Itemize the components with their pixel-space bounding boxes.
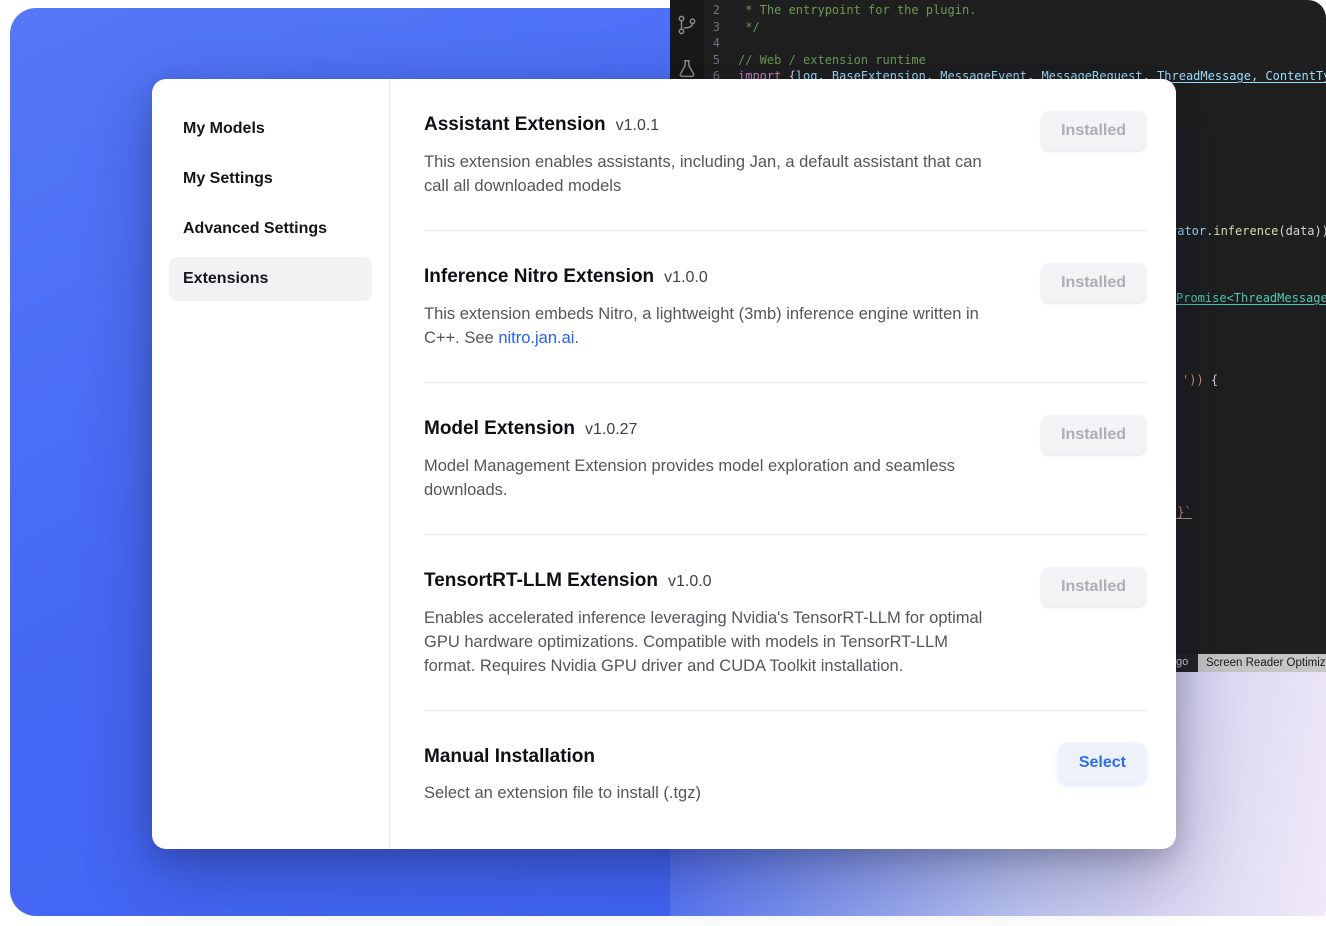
extension-action: Installed xyxy=(1041,111,1146,151)
extension-version: v1.0.27 xyxy=(585,421,637,438)
extension-row-model: Model Extension v1.0.27 Model Management … xyxy=(424,383,1146,535)
extension-description: This extension embeds Nitro, a lightweig… xyxy=(424,302,1002,350)
screen-reader-notice: Screen Reader Optimize xyxy=(1198,654,1326,672)
settings-modal: My Models My Settings Advanced Settings … xyxy=(152,79,1176,849)
select-file-button[interactable]: Select xyxy=(1059,743,1146,783)
extension-info: Assistant Extension v1.0.1 This extension… xyxy=(424,111,1002,198)
extension-row-tensorrt: TensortRT-LLM Extension v1.0.0 Enables ac… xyxy=(424,535,1146,711)
line-number: 2 xyxy=(704,2,738,19)
extension-action: Installed xyxy=(1041,263,1146,303)
code-fragment: Promise<ThreadMessage> xyxy=(1176,291,1326,305)
extension-description: This extension enables assistants, inclu… xyxy=(424,150,1002,198)
installed-button[interactable]: Installed xyxy=(1041,415,1146,455)
manual-installation-title: Manual Installation xyxy=(424,743,701,771)
extension-name: Inference Nitro Extension xyxy=(424,266,654,287)
extension-info: Inference Nitro Extension v1.0.0 This ext… xyxy=(424,263,1002,350)
extension-info: TensortRT-LLM Extension v1.0.0 Enables ac… xyxy=(424,567,1002,678)
code-text: { xyxy=(1204,373,1218,387)
extension-description: Enables accelerated inference leveraging… xyxy=(424,606,1002,678)
editor-code-area: 2 * The entrypoint for the plugin. 3 */ … xyxy=(704,2,1326,85)
extension-action: Installed xyxy=(1041,567,1146,607)
installed-button[interactable]: Installed xyxy=(1041,263,1146,303)
extension-title: TensortRT-LLM Extension v1.0.0 xyxy=(424,567,1002,596)
extensions-panel: Assistant Extension v1.0.1 This extension… xyxy=(390,79,1176,849)
sidebar-item-my-models[interactable]: My Models xyxy=(169,107,372,151)
code-fragment: rator.inference(data)); xyxy=(1170,224,1326,238)
extension-version: v1.0.0 xyxy=(668,573,712,590)
code-line: 4 xyxy=(704,35,1326,52)
line-number: 4 xyxy=(704,35,738,52)
manual-installation-row: Manual Installation Select an extension … xyxy=(424,711,1146,837)
status-bar-text: go xyxy=(1176,656,1188,668)
extension-info: Model Extension v1.0.27 Model Management … xyxy=(424,415,1002,502)
extension-title: Inference Nitro Extension v1.0.0 xyxy=(424,263,1002,292)
extension-title: Assistant Extension v1.0.1 xyxy=(424,111,1002,140)
extension-action: Select xyxy=(1059,743,1146,783)
code-line: 3 */ xyxy=(704,19,1326,36)
code-text: // Web / extension runtime xyxy=(738,52,926,69)
code-fragment: ')) { xyxy=(1182,373,1218,387)
extension-name: TensortRT-LLM Extension xyxy=(424,570,658,591)
code-line: 2 * The entrypoint for the plugin. xyxy=(704,2,1326,19)
extension-row-assistant: Assistant Extension v1.0.1 This extension… xyxy=(424,111,1146,231)
code-text: * The entrypoint for the plugin. xyxy=(738,2,976,19)
line-number: 3 xyxy=(704,19,738,36)
code-line: 5 // Web / extension runtime xyxy=(704,52,1326,69)
source-control-icon xyxy=(676,14,698,40)
app-window: 2 * The entrypoint for the plugin. 3 */ … xyxy=(0,0,1326,926)
nitro-jan-ai-link[interactable]: nitro.jan.ai. xyxy=(498,329,579,347)
extension-description: Model Management Extension provides mode… xyxy=(424,454,1002,502)
code-text: */ xyxy=(738,19,760,36)
code-string: ')) xyxy=(1182,373,1204,387)
sidebar-item-advanced-settings[interactable]: Advanced Settings xyxy=(169,207,372,251)
extension-title: Model Extension v1.0.27 xyxy=(424,415,1002,444)
extension-info: Manual Installation Select an extension … xyxy=(424,743,701,805)
extension-name: Assistant Extension xyxy=(424,114,606,135)
extension-version: v1.0.1 xyxy=(616,117,660,134)
extension-name: Model Extension xyxy=(424,418,575,439)
installed-button[interactable]: Installed xyxy=(1041,111,1146,151)
extension-row-nitro: Inference Nitro Extension v1.0.0 This ext… xyxy=(424,231,1146,383)
sidebar-item-my-settings[interactable]: My Settings xyxy=(169,157,372,201)
extension-action: Installed xyxy=(1041,415,1146,455)
code-text: rator. xyxy=(1170,224,1213,238)
installed-button[interactable]: Installed xyxy=(1041,567,1146,607)
manual-installation-description: Select an extension file to install (.tg… xyxy=(424,781,701,805)
settings-sidebar: My Models My Settings Advanced Settings … xyxy=(152,79,390,849)
code-text: (data)); xyxy=(1278,224,1326,238)
sidebar-item-extensions[interactable]: Extensions xyxy=(169,257,372,301)
code-function: inference xyxy=(1213,224,1278,238)
line-number: 5 xyxy=(704,52,738,69)
extension-version: v1.0.0 xyxy=(664,269,708,286)
